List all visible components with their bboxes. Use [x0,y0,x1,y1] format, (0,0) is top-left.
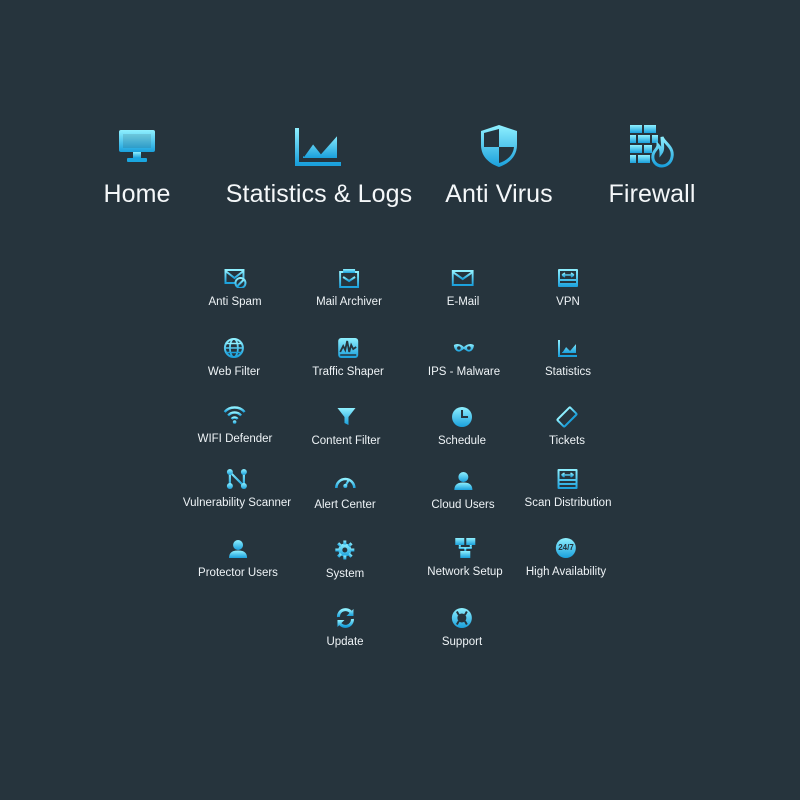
gauge-icon [333,469,357,493]
module-vulnerability-scanner-label: Vulnerability Scanner [182,497,292,509]
module-cloud-users-label: Cloud Users [431,499,495,511]
module-alert-center[interactable]: Alert Center [314,469,376,511]
nav-anti-virus-label: Anti Virus [445,180,553,208]
module-traffic-shaper[interactable]: Traffic Shaper [312,336,384,378]
firewall-icon [626,120,678,172]
module-email-label: E-Mail [446,296,480,308]
mail-archiver-icon [337,266,361,290]
clock-icon [450,405,474,429]
module-vulnerability-scanner[interactable]: Vulnerability Scanner [183,467,291,509]
module-cloud-users[interactable]: Cloud Users [431,469,495,511]
module-mail-archiver-label: Mail Archiver [316,296,382,308]
module-statistics-label: Statistics [544,366,592,378]
funnel-icon [334,405,358,429]
module-network-setup-label: Network Setup [427,566,503,578]
module-schedule-label: Schedule [438,435,486,447]
module-vpn[interactable]: VPN [556,266,580,308]
module-ips-malware[interactable]: IPS - Malware [428,336,500,378]
traffic-graph-icon [336,336,360,360]
statistics-chart-icon [556,336,580,360]
module-statistics[interactable]: Statistics [545,336,591,378]
module-traffic-shaper-label: Traffic Shaper [312,366,384,378]
nav-firewall-label: Firewall [608,180,696,208]
nav-firewall[interactable]: Firewall [608,120,696,209]
lifebuoy-icon [450,606,474,630]
shield-icon [473,120,525,172]
mask-icon [452,336,476,360]
module-protector-users-label: Protector Users [198,567,278,579]
nav-home[interactable]: Home [103,120,171,209]
refresh-icon [333,606,357,630]
nav-statistics-logs[interactable]: Statistics & Logs [226,120,412,209]
module-support-label: Support [441,636,483,648]
chart-icon [293,120,345,172]
module-content-filter-label: Content Filter [311,435,381,447]
vpn-icon [556,266,580,290]
module-support[interactable]: Support [442,606,482,648]
envelope-icon [451,266,475,290]
nav-anti-virus[interactable]: Anti Virus [445,120,553,209]
module-ips-malware-label: IPS - Malware [427,366,501,378]
module-network-setup[interactable]: Network Setup [427,536,503,578]
scan-distribution-icon [556,467,580,491]
wifi-icon [223,403,247,427]
module-email[interactable]: E-Mail [446,266,480,308]
module-vpn-label: VPN [556,296,580,308]
globe-icon [222,336,246,360]
module-tickets-label: Tickets [549,435,585,447]
gear-icon [333,538,357,562]
ticket-icon [555,405,579,429]
module-system-label: System [325,568,365,580]
24-7-icon: 24/7 [554,536,578,560]
module-web-filter-label: Web Filter [207,366,261,378]
network-nodes-icon [225,467,249,491]
module-high-availability-label: High Availability [525,566,607,578]
module-high-availability[interactable]: 24/7 High Availability [526,536,606,578]
nav-home-label: Home [103,180,171,208]
anti-spam-icon [223,266,247,290]
network-icon [453,536,477,560]
module-protector-users[interactable]: Protector Users [198,537,278,579]
24-7-badge-text: 24/7 [558,543,574,552]
module-update[interactable]: Update [326,606,364,648]
module-system[interactable]: System [326,538,364,580]
module-update-label: Update [326,636,364,648]
protector-user-icon [226,537,250,561]
module-alert-center-label: Alert Center [314,499,376,511]
module-mail-archiver[interactable]: Mail Archiver [316,266,382,308]
module-scan-distribution[interactable]: Scan Distribution [524,467,612,509]
module-content-filter[interactable]: Content Filter [311,405,381,447]
module-anti-spam-label: Anti Spam [208,296,262,308]
module-wifi-defender[interactable]: WIFI Defender [197,403,273,445]
module-tickets[interactable]: Tickets [549,405,585,447]
module-web-filter[interactable]: Web Filter [208,336,260,378]
module-anti-spam[interactable]: Anti Spam [208,266,262,308]
module-scan-distribution-label: Scan Distribution [524,497,612,509]
monitor-icon [111,120,163,172]
module-wifi-defender-label: WIFI Defender [197,433,273,445]
user-icon [451,469,475,493]
module-schedule[interactable]: Schedule [438,405,486,447]
nav-statistics-logs-label: Statistics & Logs [225,180,413,208]
